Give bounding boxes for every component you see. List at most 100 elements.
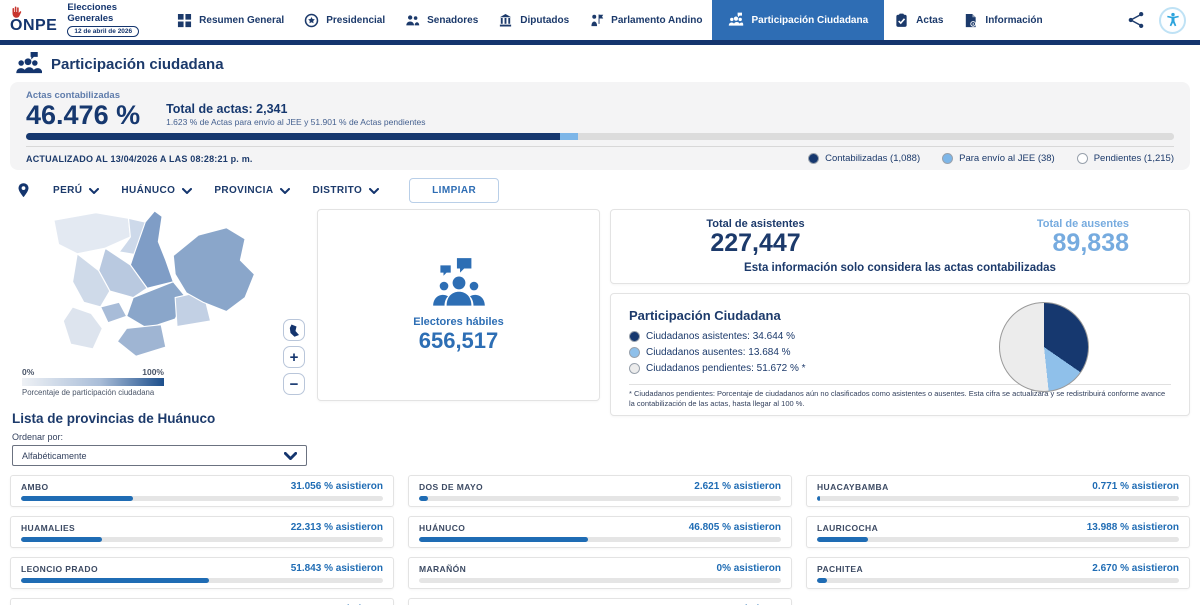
sort-select[interactable]: Alfabéticamente <box>12 445 307 466</box>
province-bar-fill <box>21 578 209 583</box>
legend-dot <box>1077 153 1088 164</box>
acta-check-icon <box>894 13 909 28</box>
nav-item-resumen-general[interactable]: Resumen General <box>167 0 294 40</box>
province-card-huanuco[interactable]: HUÁNUCO46.805 % asistieron <box>408 516 792 548</box>
onpe-logo[interactable]: ONPE Elecciones Generales 12 de abril de… <box>10 0 153 40</box>
onpe-wordmark: ONPE <box>10 6 57 34</box>
province-name: HUÁNUCO <box>419 523 465 533</box>
accessibility-button[interactable] <box>1159 7 1186 34</box>
total-actas-block: Total de actas: 2,341 1.623 % de Actas p… <box>166 102 425 129</box>
province-card-pachitea[interactable]: PACHITEA2.670 % asistieron <box>806 557 1190 589</box>
brand-line2: Generales <box>67 14 139 25</box>
map-zoom-out-button[interactable]: − <box>283 373 305 395</box>
map-scale: 0% 100% Porcentaje de participación ciud… <box>22 367 164 397</box>
map-zoom-in-button[interactable]: + <box>283 346 305 368</box>
progress-transit-segment <box>560 133 579 140</box>
clear-filters-button[interactable]: LIMPIAR <box>409 178 499 203</box>
nav-item-participacion-ciudadana[interactable]: Participación Ciudadana <box>712 0 884 40</box>
pie-legend-pendientes: Ciudadanos pendientes: 51.672 % * <box>629 363 1171 374</box>
filter-district-dropdown[interactable]: DISTRITO <box>312 185 379 196</box>
updated-timestamp: ACTUALIZADO AL 13/04/2026 A LAS 08:28:21… <box>26 154 253 164</box>
nav-label: Participación Ciudadana <box>751 15 868 26</box>
share-icon[interactable] <box>1127 11 1145 29</box>
electores-habiles-card: Electores hábiles 656,517 <box>317 209 600 401</box>
participation-group-icon <box>728 12 744 28</box>
legend-item-pendientes: Pendientes (1,215) <box>1077 153 1174 164</box>
filter-country-value: PERÚ <box>53 185 82 196</box>
nav-item-actas[interactable]: Actas <box>884 0 953 40</box>
scale-min-label: 0% <box>22 367 34 377</box>
ausentes-block: Total de ausentes 89,838 <box>900 218 1189 256</box>
legend-item-contabilizadas: Contabilizadas (1,088) <box>808 153 920 164</box>
province-pct: 31.056 % asistieron <box>291 481 383 492</box>
filter-country-dropdown[interactable]: PERÚ <box>53 185 99 196</box>
filter-region-dropdown[interactable]: HUÁNUCO <box>121 185 192 196</box>
filter-district-value: DISTRITO <box>312 185 362 196</box>
province-pct: 22.313 % asistieron <box>291 522 383 533</box>
filter-province-dropdown[interactable]: PROVINCIA <box>214 185 290 196</box>
geo-filters: PERÚ HUÁNUCO PROVINCIA DISTRITO LIMPIAR <box>16 178 1200 203</box>
province-card-maranon[interactable]: MARAÑÓN0% asistieron <box>408 557 792 589</box>
province-card-lauricocha[interactable]: LAURICOCHA13.988 % asistieron <box>806 516 1190 548</box>
province-card-dos-de-mayo[interactable]: DOS DE MAYO2.621 % asistieron <box>408 475 792 507</box>
nav-item-presidencial[interactable]: Presidencial <box>294 0 395 40</box>
province-bar <box>21 578 383 583</box>
province-bar-fill <box>817 537 868 542</box>
page-title: Participación ciudadana <box>51 56 224 73</box>
scale-max-label: 100% <box>142 367 164 377</box>
province-name: HUAMALIES <box>21 523 75 533</box>
province-cards-grid: AMBO 31.056 % asistieron DOS DE MAYO2.621… <box>10 475 1190 605</box>
province-card-ambo[interactable]: AMBO 31.056 % asistieron <box>10 475 394 507</box>
province-name: LAURICOCHA <box>817 523 878 533</box>
map-zoom-controls: + − <box>283 319 305 395</box>
province-bar-fill <box>817 578 827 583</box>
page-title-icon <box>14 51 42 77</box>
accessibility-person-icon <box>1165 12 1181 28</box>
legend-item-para-envio: Para envío al JEE (38) <box>942 153 1055 164</box>
total-actas-subtext: 1.623 % de Actas para envío al JEE y 51.… <box>166 117 425 127</box>
province-bar <box>419 496 781 501</box>
brand-block: Elecciones Generales 12 de abril de 2026 <box>67 3 139 38</box>
huanuco-choropleth-map[interactable] <box>10 209 275 361</box>
province-bar <box>21 496 383 501</box>
province-card-leoncio-prado[interactable]: LEONCIO PRADO51.843 % asistieron <box>10 557 394 589</box>
legend-dot <box>629 347 640 358</box>
electores-value: 656,517 <box>419 330 499 352</box>
chevron-down-icon <box>284 452 297 460</box>
province-card-huamalies[interactable]: HUAMALIES 22.313 % asistieron <box>10 516 394 548</box>
pie-legend: Ciudadanos asistentes: 34.644 % Ciudadan… <box>629 331 1171 374</box>
header-actions <box>1127 0 1200 40</box>
main-nav: Resumen General Presidencial Senadores D… <box>167 0 1053 40</box>
nav-item-parlamento-andino[interactable]: Parlamento Andino <box>579 0 712 40</box>
legend-label: Para envío al JEE (38) <box>959 153 1055 164</box>
map-reset-button[interactable] <box>283 319 305 341</box>
nav-item-informacion[interactable]: Información <box>953 0 1052 40</box>
election-date-badge: 12 de abril de 2026 <box>67 26 139 37</box>
top-navbar: ONPE Elecciones Generales 12 de abril de… <box>0 0 1200 40</box>
actas-progress-bar <box>26 133 1174 140</box>
electores-label: Electores hábiles <box>413 316 504 328</box>
province-card-huacaybamba[interactable]: HUACAYBAMBA0.771 % asistieron <box>806 475 1190 507</box>
brand-title: Elecciones Generales <box>67 3 139 25</box>
onpe-text: ONPE <box>10 18 57 34</box>
nav-item-diputados[interactable]: Diputados <box>488 0 579 40</box>
province-name: AMBO <box>21 482 49 492</box>
province-card-yarowilca[interactable]: YAROWILCA31.930 % asistieron <box>408 598 792 605</box>
nav-item-senadores[interactable]: Senadores <box>395 0 488 40</box>
andean-parliament-icon <box>589 13 604 28</box>
legend-dot <box>629 331 640 342</box>
province-card-puerto-inca[interactable]: PUERTO INCA39.478 % asistieron <box>10 598 394 605</box>
province-pct: 0% asistieron <box>717 563 781 574</box>
footnote-divider: * Ciudadanos pendientes: Porcentaje de c… <box>629 384 1171 410</box>
province-bar <box>817 578 1179 583</box>
pie-legend-asistentes: Ciudadanos asistentes: 34.644 % <box>629 331 1171 342</box>
province-bar <box>21 537 383 542</box>
province-pct: 51.843 % asistieron <box>291 563 383 574</box>
legend-label: Contabilizadas (1,088) <box>825 153 920 164</box>
nav-label: Resumen General <box>199 15 284 26</box>
nav-label: Diputados <box>520 15 569 26</box>
scale-gradient-bar <box>22 378 164 386</box>
province-bar-fill <box>419 496 428 501</box>
counted-value: 46.476 % <box>26 101 140 129</box>
chevron-down-icon <box>280 188 290 194</box>
